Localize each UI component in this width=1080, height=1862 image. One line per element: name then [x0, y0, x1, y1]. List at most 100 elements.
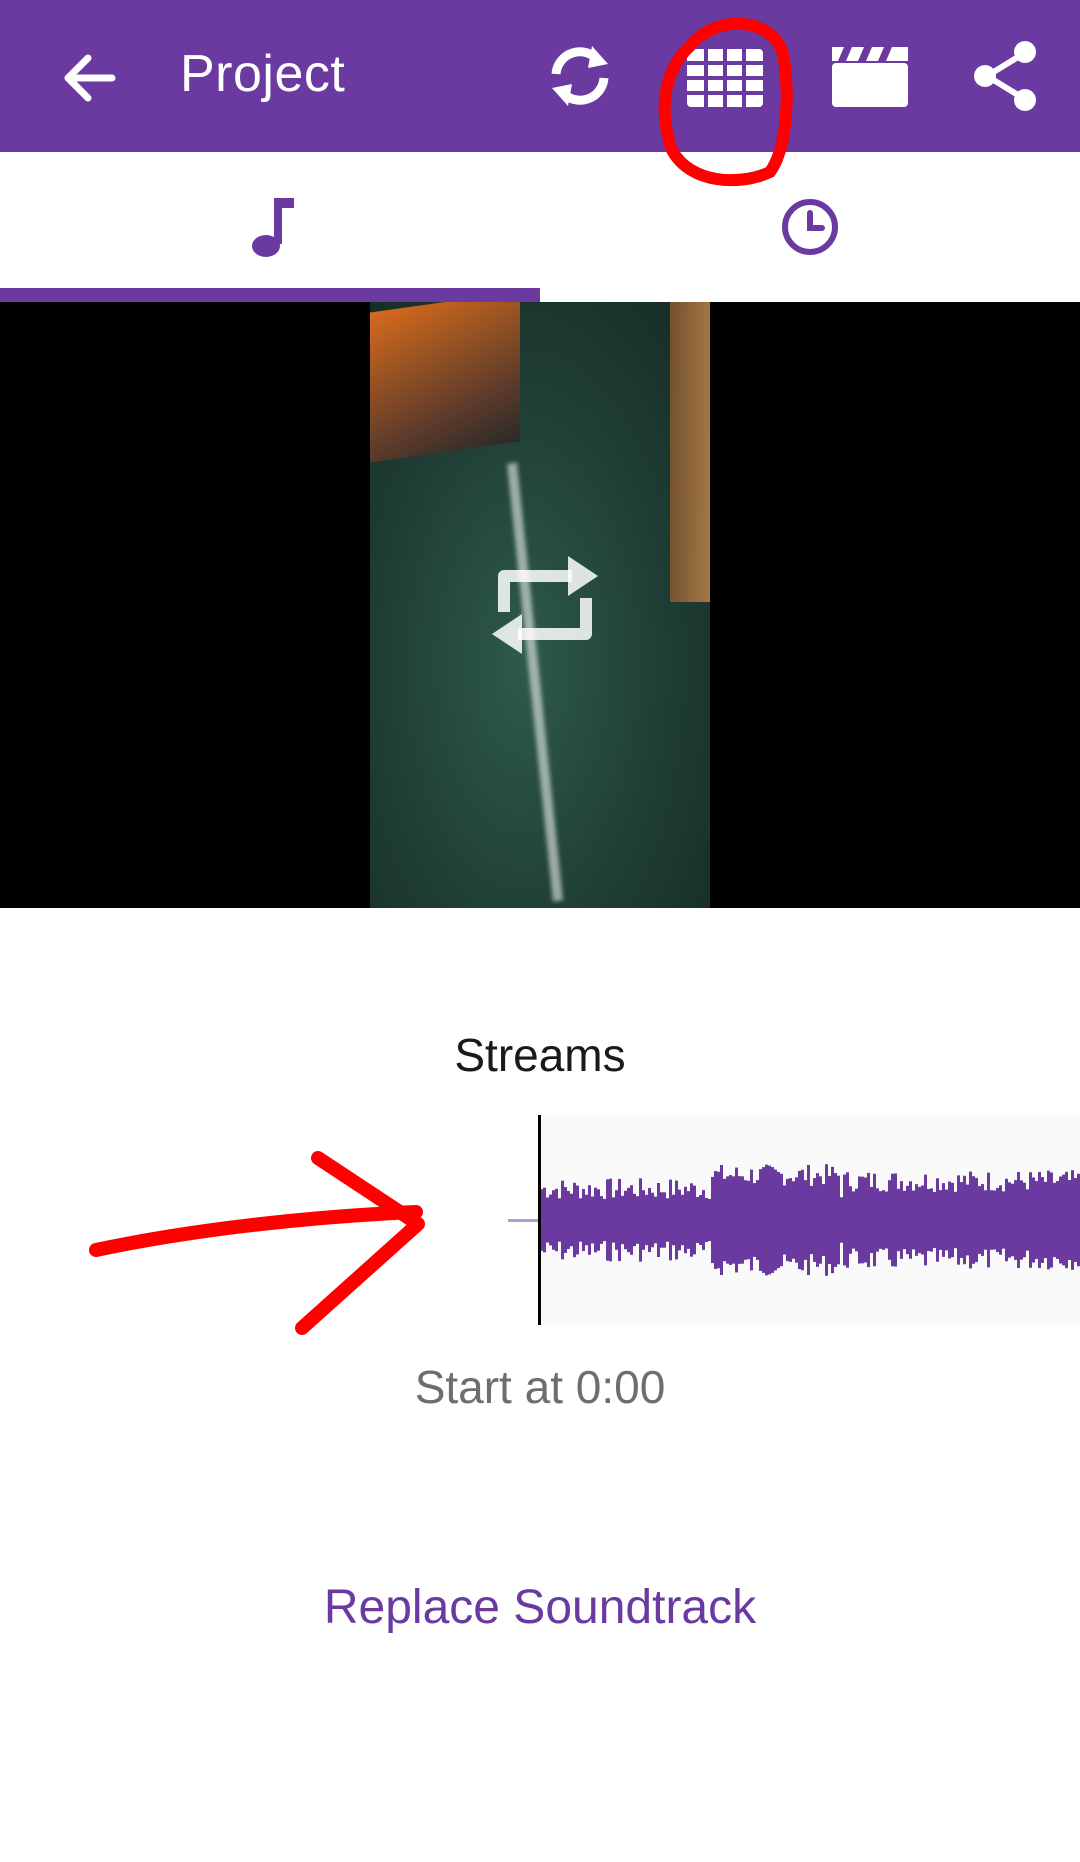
- waveform-bar: [606, 1179, 609, 1261]
- waveform-bar: [927, 1188, 930, 1252]
- music-note-icon: [252, 198, 294, 257]
- playhead[interactable]: [538, 1115, 541, 1325]
- waveform-bar: [933, 1191, 936, 1249]
- waveform-bar: [792, 1181, 795, 1259]
- waveform-bar: [777, 1171, 780, 1269]
- waveform-bar: [921, 1185, 924, 1255]
- waveform-bar: [1068, 1180, 1071, 1260]
- waveform-bar: [1059, 1176, 1062, 1264]
- waveform-bar: [990, 1190, 993, 1250]
- refresh-button[interactable]: [535, 36, 625, 116]
- waveform-bar: [867, 1172, 870, 1268]
- waveform-bar: [603, 1198, 606, 1242]
- waveform-bar: [591, 1196, 594, 1244]
- waveform-bar: [633, 1193, 636, 1247]
- tab-indicator: [0, 288, 540, 302]
- waveform-bar: [810, 1185, 813, 1255]
- waveform-bar: [702, 1190, 705, 1250]
- waveform-bar: [909, 1181, 912, 1259]
- waveform-bar: [1035, 1181, 1038, 1259]
- waveform-bar: [864, 1177, 867, 1263]
- waveform-bar: [735, 1167, 738, 1273]
- waveform-bar: [648, 1187, 651, 1253]
- waveform-bar: [564, 1187, 567, 1253]
- waveform-bar: [609, 1178, 612, 1262]
- waveform-bar: [732, 1176, 735, 1264]
- waveform-bar: [618, 1178, 621, 1262]
- waveform-bar: [654, 1196, 657, 1244]
- replace-soundtrack-button[interactable]: Replace Soundtrack: [290, 1580, 790, 1650]
- waveform-bar: [1053, 1182, 1056, 1258]
- waveform-bar: [966, 1184, 969, 1256]
- waveform-bar: [690, 1183, 693, 1257]
- waveform-bar: [558, 1198, 561, 1242]
- waveform-bar: [579, 1198, 582, 1242]
- tab-music[interactable]: [0, 152, 540, 302]
- waveform-bar: [834, 1173, 837, 1267]
- waveform-lead-line: [508, 1219, 540, 1222]
- waveform-bar: [753, 1183, 756, 1257]
- waveform-bar: [621, 1195, 624, 1245]
- waveform-bar: [630, 1185, 633, 1255]
- waveform-bar: [801, 1169, 804, 1271]
- grid-icon: [687, 49, 763, 107]
- waveform-bar: [1038, 1172, 1041, 1268]
- waveform-bar: [1029, 1172, 1032, 1268]
- waveform-bar: [726, 1176, 729, 1264]
- waveform-bar: [936, 1178, 939, 1262]
- waveform-bar: [1050, 1172, 1053, 1268]
- frame-streak: [507, 462, 563, 902]
- waveform-bar: [858, 1176, 861, 1264]
- waveform-bar: [717, 1171, 720, 1269]
- waveform-bar: [543, 1187, 546, 1253]
- waveform-bar: [561, 1180, 564, 1260]
- waveform-bar: [939, 1190, 942, 1250]
- waveform-bar: [861, 1176, 864, 1264]
- audio-waveform: [540, 1164, 1080, 1276]
- waveform-bar: [789, 1178, 792, 1262]
- waveform-bar: [570, 1193, 573, 1247]
- waveform-bar: [978, 1186, 981, 1254]
- waveform-bar: [1014, 1180, 1017, 1260]
- waveform-scrubber[interactable]: [0, 1115, 1080, 1325]
- clapperboard-button[interactable]: [825, 36, 915, 116]
- grid-button[interactable]: [680, 36, 770, 116]
- tab-timing[interactable]: [540, 152, 1080, 302]
- waveform-bar: [828, 1175, 831, 1265]
- share-button[interactable]: [960, 36, 1050, 116]
- waveform-bar: [1056, 1181, 1059, 1259]
- waveform-bar: [627, 1187, 630, 1253]
- waveform-bar: [969, 1171, 972, 1269]
- waveform-bar: [786, 1178, 789, 1262]
- waveform-bar: [1002, 1191, 1005, 1249]
- waveform-bar: [795, 1177, 798, 1263]
- waveform-bar: [645, 1194, 648, 1246]
- back-button[interactable]: [50, 38, 130, 118]
- waveform-bar: [918, 1186, 921, 1254]
- waveform-bar: [846, 1172, 849, 1268]
- frame-object: [370, 302, 520, 463]
- waveform-bar: [696, 1197, 699, 1243]
- waveform-bar: [1047, 1170, 1050, 1270]
- waveform-bar: [987, 1172, 990, 1268]
- waveform-bar: [894, 1173, 897, 1267]
- waveform-bar: [555, 1188, 558, 1252]
- waveform-bar: [825, 1164, 828, 1276]
- waveform-bar: [930, 1188, 933, 1252]
- waveform-bar: [780, 1173, 783, 1267]
- waveform-bar: [822, 1184, 825, 1256]
- soundtrack-name: Streams: [454, 1029, 626, 1081]
- waveform-bar: [774, 1169, 777, 1271]
- waveform-bar: [597, 1189, 600, 1251]
- waveform-bar: [600, 1196, 603, 1244]
- waveform-bar: [1041, 1177, 1044, 1263]
- waveform-bar: [819, 1176, 822, 1264]
- waveform-bar: [813, 1178, 816, 1262]
- waveform-bar: [948, 1181, 951, 1259]
- waveform-bar: [675, 1180, 678, 1260]
- start-time-label: Start at 0:00: [414, 1361, 666, 1413]
- waveform-bar: [888, 1180, 891, 1260]
- repeat-button[interactable]: [480, 540, 610, 670]
- waveform-bar: [738, 1176, 741, 1264]
- waveform-bar: [729, 1175, 732, 1265]
